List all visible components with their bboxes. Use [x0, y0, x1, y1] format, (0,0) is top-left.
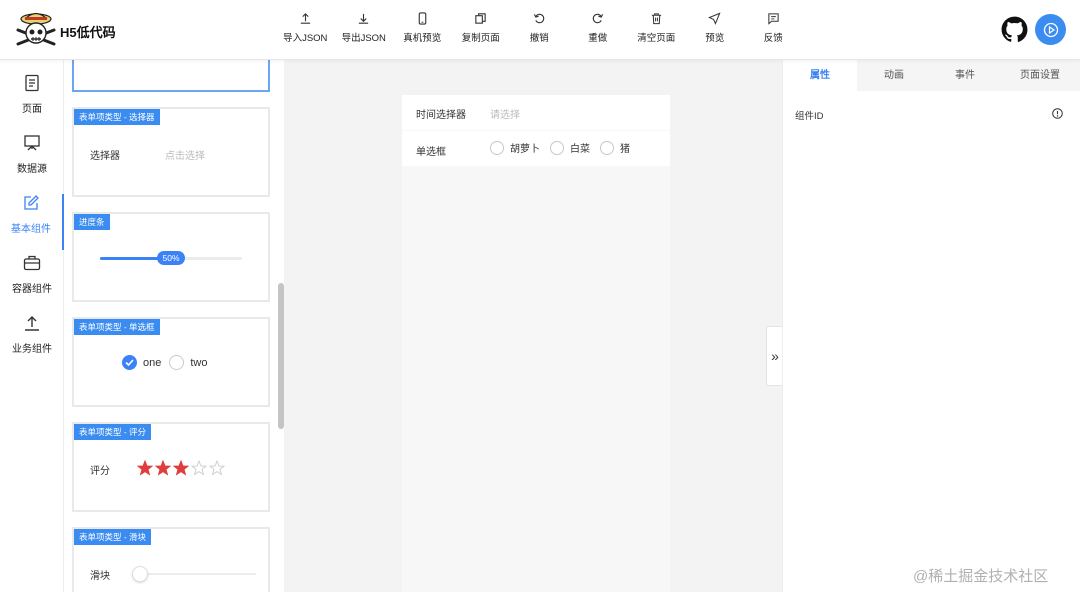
undo-button[interactable]: 撤销 [510, 12, 569, 52]
feedback-icon [768, 13, 779, 25]
slider-label: 滑块 [90, 571, 110, 582]
progress-value-badge: 50% [157, 251, 185, 265]
tab-events[interactable]: 事件 [931, 60, 999, 91]
radio-circle [169, 355, 185, 370]
property-panel: 属性 动画 事件 页面设置 组件ID [782, 60, 1080, 592]
component-card-progress[interactable]: 进度条 50% [72, 212, 270, 302]
component-tag: 表单项类型 - 滑块 [74, 529, 152, 545]
canvas-radio-group: 胡萝卜 白菜 猪 [490, 140, 630, 155]
device-preview-button[interactable]: 真机预览 [393, 12, 452, 52]
nav-item-page[interactable]: 页面 [0, 74, 64, 130]
component-card-partial[interactable] [72, 60, 270, 92]
radio-group: one two [122, 355, 207, 370]
rate-label: 评分 [90, 466, 110, 477]
tab-animation[interactable]: 动画 [857, 60, 931, 91]
watermark: @稀土掘金技术社区 [913, 568, 1049, 585]
pirate-skull-logo-icon [16, 12, 56, 46]
component-panel: 表单项类型 - 选择器 选择器 点击选择 进度条 50% 表单项类型 - 单选框… [64, 60, 284, 592]
component-tag: 表单项类型 - 评分 [74, 424, 152, 440]
radio-row-label: 单选框 [416, 147, 446, 158]
redo-button[interactable]: 重做 [569, 12, 628, 52]
slider-handle[interactable] [132, 566, 148, 582]
header: H5低代码 导入JSON 导出JSON 真机预览 复制页面 撤销 重做 清空页面 [0, 0, 1080, 60]
time-picker-label: 时间选择器 [416, 110, 466, 121]
check-circle-icon [122, 355, 137, 370]
star-empty-icon[interactable] [209, 460, 225, 476]
edit-icon [24, 195, 39, 210]
undo-icon [533, 13, 545, 24]
panel-scrollbar[interactable] [278, 283, 284, 429]
copy-icon [475, 13, 486, 24]
double-chevron-right-icon: » [771, 348, 779, 364]
page-icon [25, 74, 39, 92]
component-card-slider[interactable]: 表单项类型 - 滑块 滑块 [72, 527, 270, 592]
upload-icon [25, 316, 39, 331]
component-card-picker[interactable]: 表单项类型 - 选择器 选择器 点击选择 [72, 107, 270, 197]
nav-item-basic-components[interactable]: 基本组件 [0, 194, 64, 250]
tab-properties[interactable]: 属性 [783, 60, 857, 91]
trash-icon [651, 13, 661, 25]
radio-circle [600, 140, 614, 155]
star-filled-icon[interactable] [137, 460, 153, 476]
radio-option-label: 胡萝卜 [510, 144, 540, 155]
briefcase-icon [23, 255, 41, 271]
datasource-icon [24, 135, 40, 151]
radio-option-label: one [143, 356, 162, 369]
run-button[interactable] [1035, 14, 1066, 45]
redo-icon [592, 13, 604, 24]
radio-circle [550, 140, 564, 155]
component-card-radio[interactable]: 表单项类型 - 单选框 one two [72, 317, 270, 407]
radio-pig[interactable]: 猪 [600, 140, 630, 155]
info-icon[interactable] [1052, 108, 1063, 119]
phone-icon [418, 12, 427, 25]
brand-title: H5低代码 [60, 25, 116, 40]
radio-cabbage[interactable]: 白菜 [550, 140, 590, 155]
collapse-panel-button[interactable]: » [766, 326, 783, 386]
radio-option-label: two [190, 356, 208, 369]
radio-row: 单选框 胡萝卜 白菜 猪 [402, 131, 670, 166]
rate-stars[interactable] [137, 460, 227, 476]
time-picker-row[interactable]: 时间选择器 请选择 [402, 95, 670, 130]
radio-option-label: 白菜 [570, 144, 590, 155]
nav-item-business-components[interactable]: 业务组件 [0, 314, 64, 370]
send-icon [708, 12, 721, 25]
export-json-button[interactable]: 导出JSON [335, 12, 394, 52]
github-icon[interactable] [1001, 16, 1028, 43]
star-filled-icon[interactable] [155, 460, 171, 476]
component-tag: 表单项类型 - 选择器 [74, 109, 160, 125]
radio-one[interactable]: one [122, 355, 161, 370]
component-id-label: 组件ID [795, 111, 824, 122]
component-card-rate[interactable]: 表单项类型 - 评分 评分 [72, 422, 270, 512]
star-empty-icon[interactable] [191, 460, 207, 476]
time-picker-placeholder: 请选择 [490, 110, 520, 121]
picker-placeholder: 点击选择 [165, 151, 205, 162]
nav-item-datasource[interactable]: 数据源 [0, 134, 64, 190]
play-circle-icon [1043, 22, 1058, 37]
tab-page-settings[interactable]: 页面设置 [999, 60, 1080, 91]
radio-carrot[interactable]: 胡萝卜 [490, 140, 540, 155]
nav-item-container-components[interactable]: 容器组件 [0, 254, 64, 310]
upload-icon [300, 13, 310, 24]
copy-page-button[interactable]: 复制页面 [452, 12, 511, 52]
slider-track [140, 573, 256, 575]
left-nav: 页面 数据源 基本组件 容器组件 业务组件 [0, 60, 64, 592]
picker-label: 选择器 [90, 151, 120, 162]
star-filled-icon[interactable] [173, 460, 189, 476]
toolbar: 导入JSON 导出JSON 真机预览 复制页面 撤销 重做 清空页面 预览 反馈 [276, 12, 803, 52]
component-tag: 进度条 [74, 214, 110, 230]
canvas-phone: 时间选择器 请选择 单选框 胡萝卜 白菜 猪 [402, 95, 670, 592]
download-icon [359, 13, 369, 24]
preview-button[interactable]: 预览 [686, 12, 745, 52]
clear-page-button[interactable]: 清空页面 [627, 12, 686, 52]
radio-option-label: 猪 [620, 144, 630, 155]
import-json-button[interactable]: 导入JSON [276, 12, 335, 52]
component-tag: 表单项类型 - 单选框 [74, 319, 160, 335]
property-tabs: 属性 动画 事件 页面设置 [783, 60, 1080, 91]
feedback-button[interactable]: 反馈 [744, 12, 803, 52]
radio-two[interactable]: two [169, 355, 207, 370]
radio-circle [490, 140, 504, 155]
